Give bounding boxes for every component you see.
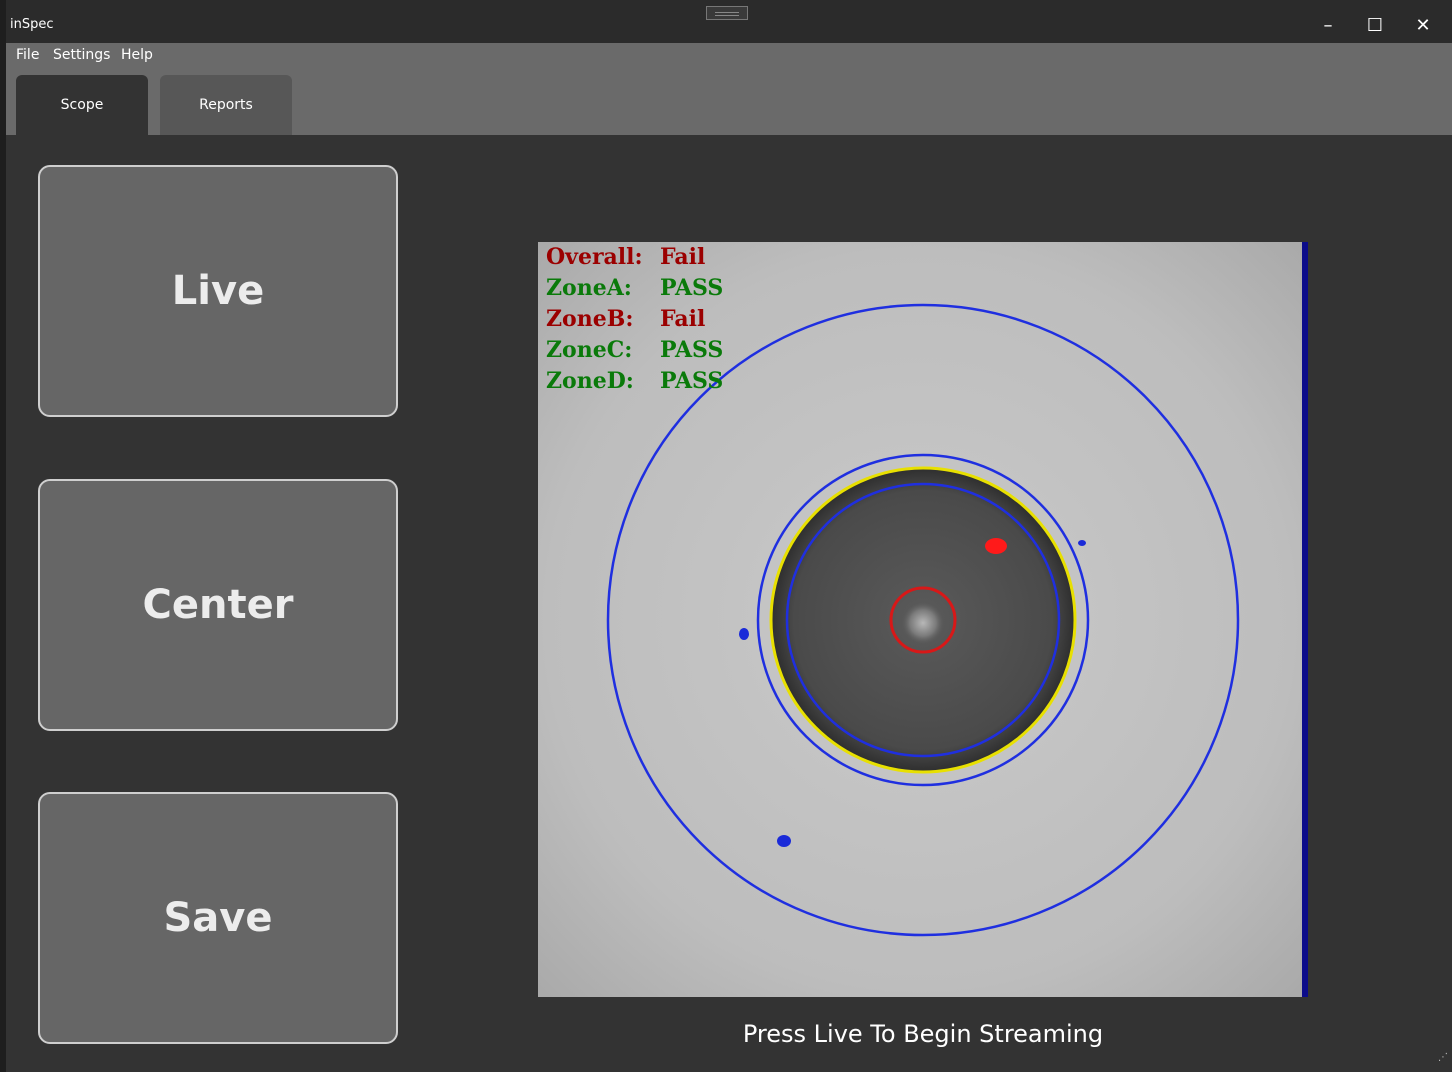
result-zone-status: PASS bbox=[660, 368, 723, 394]
defect-minor bbox=[777, 835, 791, 847]
title-bar[interactable]: inSpec – ☐ ✕ bbox=[6, 0, 1452, 43]
close-button[interactable]: ✕ bbox=[1409, 12, 1437, 40]
result-zone-status: PASS bbox=[660, 275, 723, 301]
menu-settings[interactable]: Settings bbox=[53, 47, 110, 63]
status-message: Press Live To Begin Streaming bbox=[742, 1020, 1104, 1048]
result-zone-label: ZoneD: bbox=[546, 368, 634, 394]
result-zone-label: Overall: bbox=[546, 244, 643, 270]
defect-minor bbox=[739, 628, 749, 640]
app-window: inSpec – ☐ ✕ File Settings Help Scope Re… bbox=[0, 0, 1452, 1072]
menu-help[interactable]: Help bbox=[121, 47, 153, 63]
minimize-button[interactable]: – bbox=[1314, 12, 1342, 40]
result-zone-label: ZoneA: bbox=[546, 275, 632, 301]
save-button[interactable]: Save bbox=[38, 792, 398, 1044]
image-edge-bar bbox=[1302, 242, 1308, 997]
center-button[interactable]: Center bbox=[38, 479, 398, 731]
maximize-button[interactable]: ☐ bbox=[1361, 12, 1389, 40]
result-zone-status: PASS bbox=[660, 337, 723, 363]
tab-reports[interactable]: Reports bbox=[160, 75, 292, 135]
menu-bar: File Settings Help Scope Reports bbox=[6, 43, 1452, 135]
tab-scope[interactable]: Scope bbox=[16, 75, 148, 135]
result-zone-label: ZoneB: bbox=[546, 306, 633, 332]
menu-file[interactable]: File bbox=[16, 47, 39, 63]
live-button[interactable]: Live bbox=[38, 165, 398, 417]
fiber-endface-image: Overall: Fail ZoneA: PASS ZoneB: Fail Zo… bbox=[538, 242, 1308, 997]
defect-fail bbox=[985, 538, 1007, 554]
drag-handle-icon[interactable] bbox=[706, 6, 748, 20]
resize-grip-icon[interactable]: ⋰ bbox=[1438, 1052, 1452, 1066]
app-title: inSpec bbox=[10, 17, 54, 32]
tab-scope-label: Scope bbox=[60, 97, 104, 113]
scope-image-view: Overall: Fail ZoneA: PASS ZoneB: Fail Zo… bbox=[538, 242, 1308, 997]
result-zone-label: ZoneC: bbox=[546, 337, 632, 363]
defect-minor bbox=[1078, 540, 1086, 546]
core-glow bbox=[901, 601, 945, 645]
result-zone-status: Fail bbox=[660, 244, 705, 270]
tab-reports-label: Reports bbox=[199, 97, 253, 113]
result-zone-status: Fail bbox=[660, 306, 705, 332]
